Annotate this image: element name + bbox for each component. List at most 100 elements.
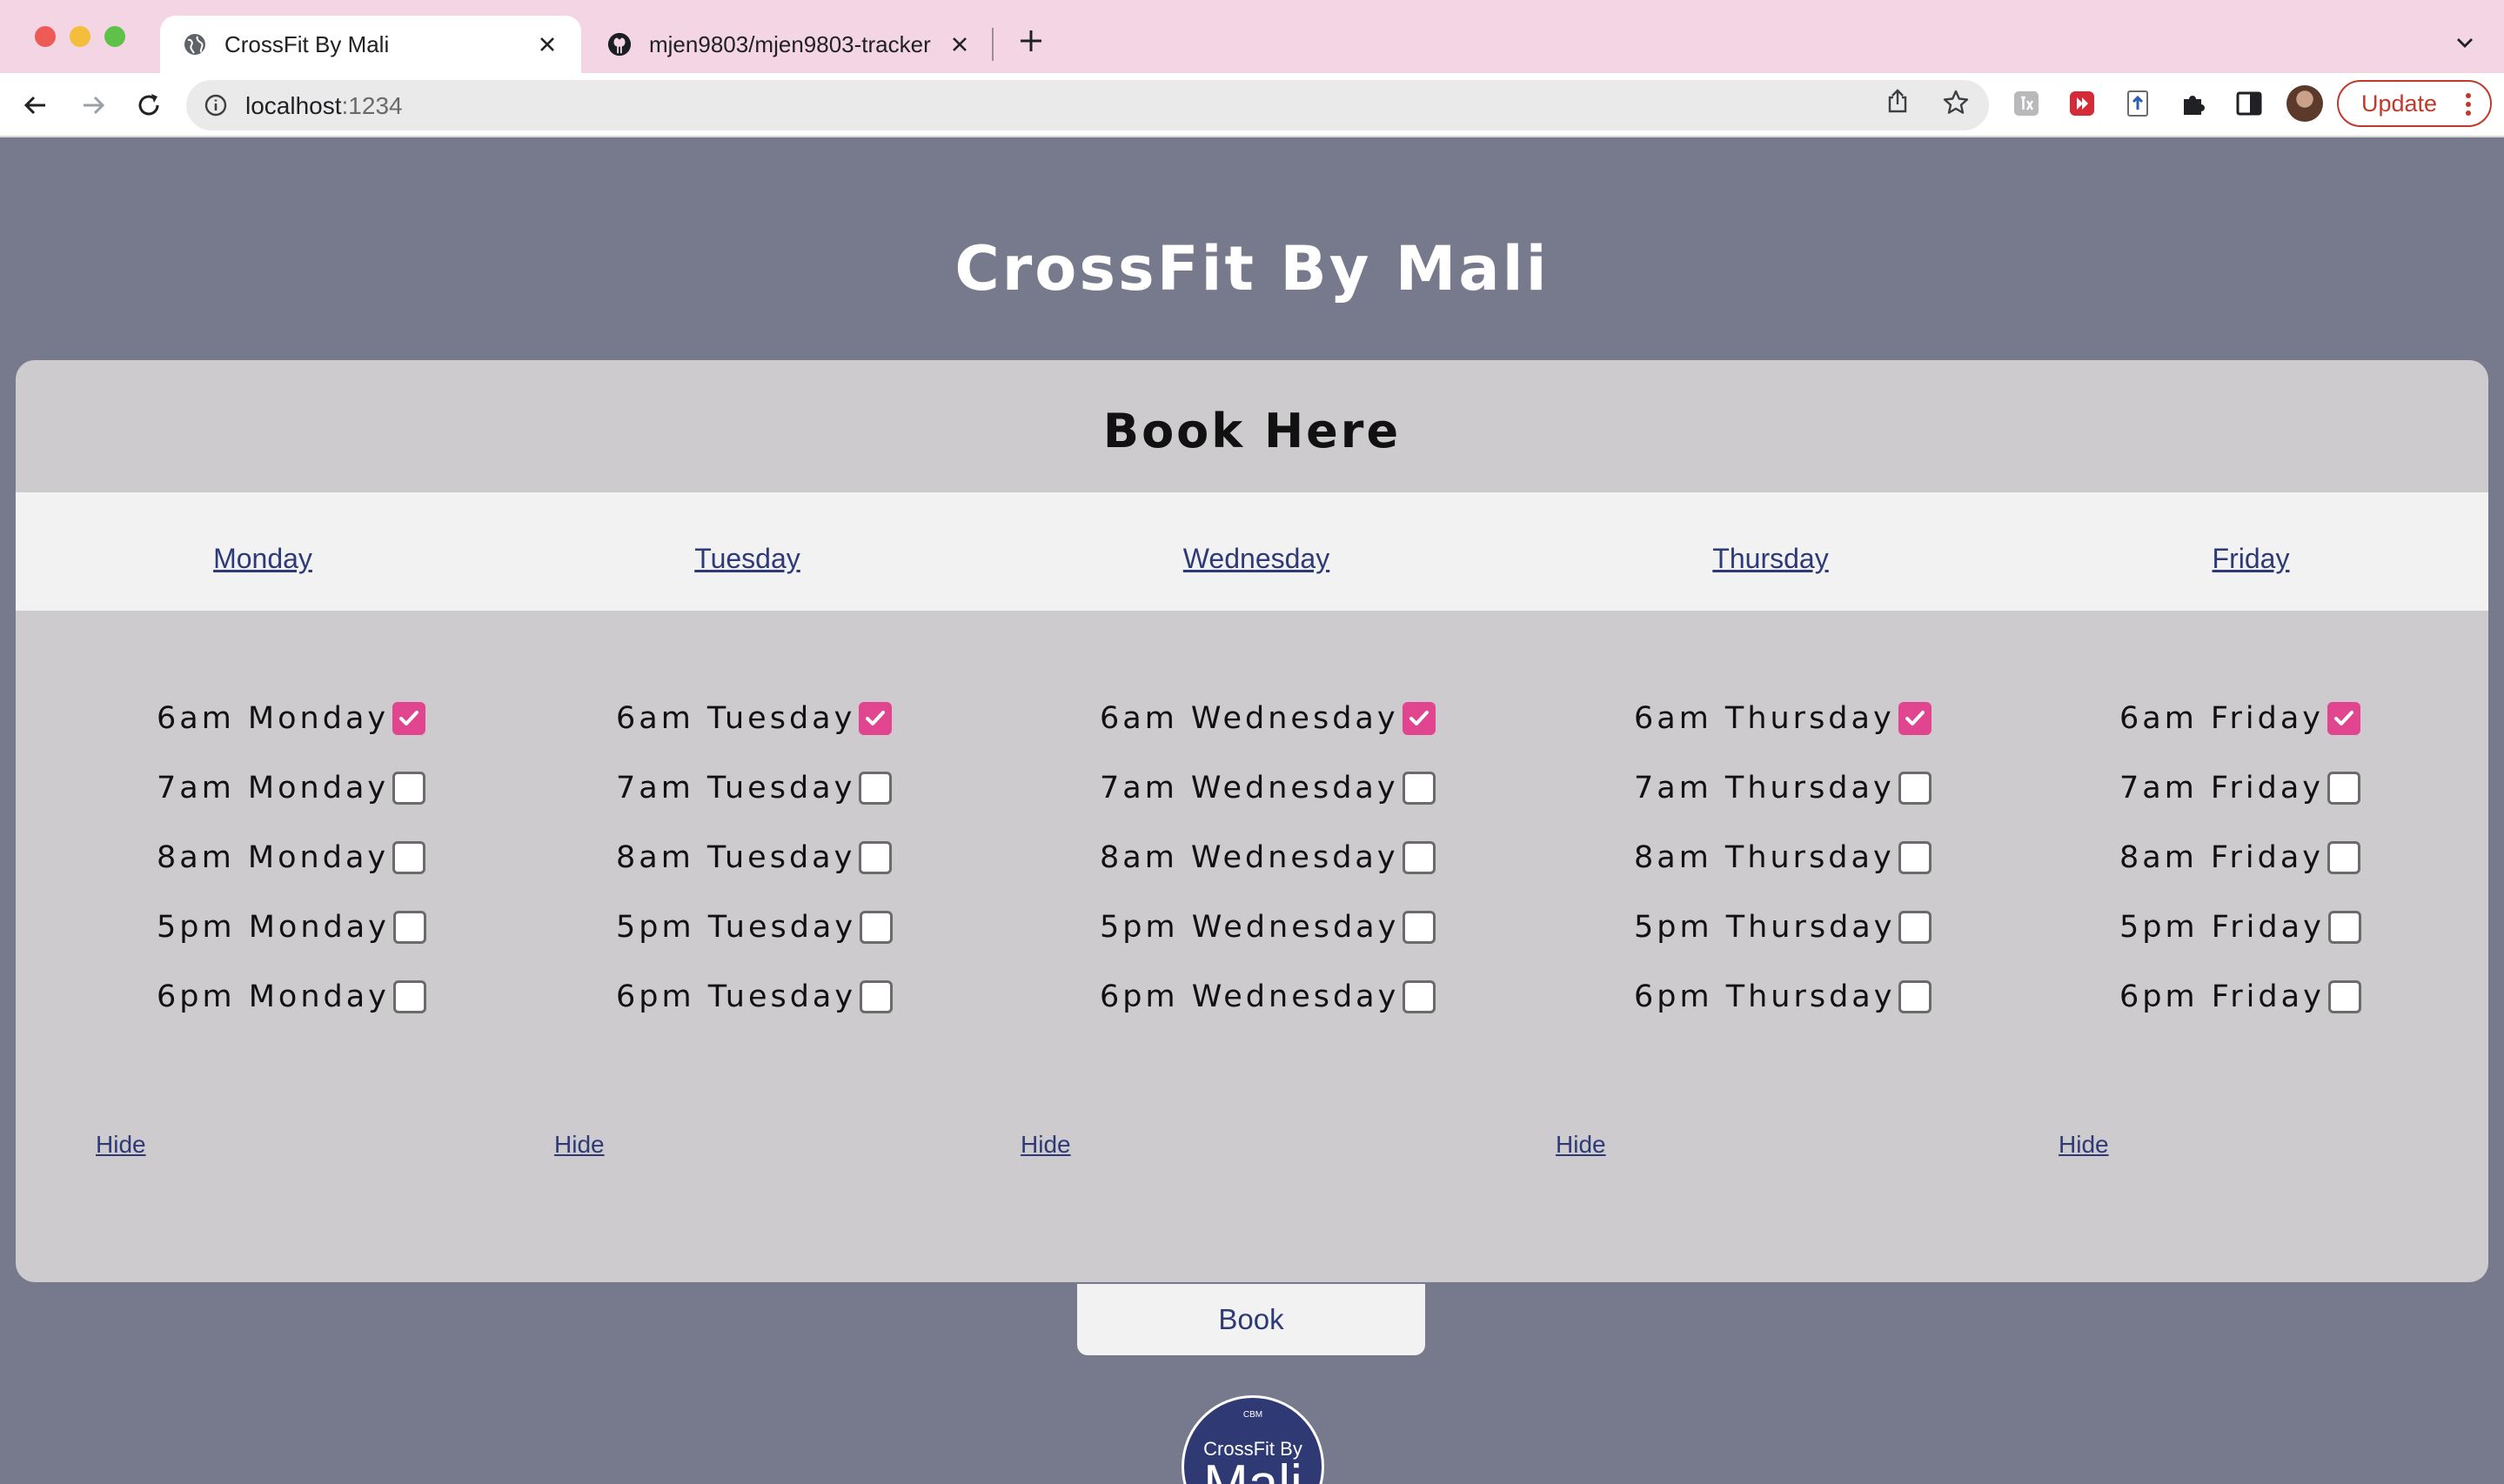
day-link-monday[interactable]: Monday <box>213 543 312 575</box>
book-label: Book <box>1218 1303 1284 1335</box>
slot-label: 5pm Friday <box>2119 910 2325 945</box>
forward-arrow-icon[interactable] <box>77 89 110 122</box>
slot-row: 7am Thursday <box>1634 771 1932 806</box>
hide-link-tuesday[interactable]: Hide <box>554 1131 605 1159</box>
day-link-friday[interactable]: Friday <box>2213 543 2290 575</box>
slot-label: 6am Monday <box>157 701 390 736</box>
slot-checkbox[interactable] <box>860 980 894 1013</box>
url-port: :1234 <box>341 92 403 119</box>
slot-checkbox[interactable] <box>392 702 426 735</box>
slot-checkbox[interactable] <box>2327 911 2361 944</box>
close-tab-icon[interactable] <box>534 31 560 57</box>
extension-red-play-icon[interactable] <box>2067 89 2097 118</box>
slot-checkbox[interactable] <box>1403 980 1436 1013</box>
day-link-wednesday[interactable]: Wednesday <box>1183 543 1329 575</box>
checkmark-icon <box>399 711 419 725</box>
hide-link-thursday[interactable]: Hide <box>1556 1131 1606 1159</box>
site-info-icon[interactable] <box>204 93 228 117</box>
tab-title: mjen9803/mjen9803-tracker <box>649 30 931 57</box>
slot-label: 7am Thursday <box>1634 771 1895 806</box>
page-title: CrossFit By Mali <box>954 233 1550 304</box>
slot-label: 6am Tuesday <box>616 701 856 736</box>
slot-row: 6am Wednesday <box>1100 701 1436 736</box>
slot-checkbox[interactable] <box>392 841 426 874</box>
extension-upload-icon[interactable] <box>2123 89 2153 118</box>
tab-strip: CrossFit By Mali mjen9803/mjen9803-track… <box>0 0 2504 73</box>
slot-label: 6pm Wednesday <box>1100 979 1400 1014</box>
slot-checkbox[interactable] <box>1403 911 1436 944</box>
slot-checkbox[interactable] <box>2327 841 2361 874</box>
slot-checkbox[interactable] <box>859 702 893 735</box>
tab-crossfit-by-mali[interactable]: CrossFit By Mali <box>160 16 581 73</box>
extension-translate-icon[interactable] <box>2012 89 2041 118</box>
slot-label: 6am Thursday <box>1634 701 1895 736</box>
tab-search-chevron-icon[interactable] <box>2452 30 2478 56</box>
url-host: localhost <box>245 92 342 119</box>
slot-label: 5pm Thursday <box>1634 910 1896 945</box>
slot-checkbox[interactable] <box>859 841 893 874</box>
slot-row: 6pm Tuesday <box>616 979 894 1014</box>
hide-link-friday[interactable]: Hide <box>2059 1131 2109 1159</box>
slot-checkbox[interactable] <box>392 980 426 1013</box>
day-link-tuesday[interactable]: Tuesday <box>694 543 800 575</box>
slot-checkbox[interactable] <box>2327 772 2361 805</box>
slot-checkbox[interactable] <box>1898 980 1932 1013</box>
slot-checkbox[interactable] <box>1898 911 1932 944</box>
crossfit-logo: CBM CrossFit By Mali <box>1182 1395 1324 1484</box>
slot-checkbox[interactable] <box>392 772 426 805</box>
slot-label: 6am Friday <box>2119 701 2325 736</box>
maximize-window-button[interactable] <box>104 26 125 47</box>
slot-checkbox[interactable] <box>1402 702 1436 735</box>
slot-label: 5pm Tuesday <box>616 910 857 945</box>
slot-row: 8am Tuesday <box>616 840 893 875</box>
minimize-window-button[interactable] <box>70 26 90 47</box>
reload-icon[interactable] <box>132 89 165 122</box>
slot-checkbox[interactable] <box>859 772 893 805</box>
bookmark-star-icon[interactable] <box>1942 89 1970 117</box>
slot-label: 6pm Tuesday <box>616 979 857 1014</box>
new-tab-plus-icon[interactable] <box>1016 26 1046 56</box>
slot-checkbox[interactable] <box>1402 772 1436 805</box>
slot-checkbox[interactable] <box>1898 841 1932 874</box>
slot-label: 8am Wednesday <box>1100 840 1399 875</box>
day-link-thursday[interactable]: Thursday <box>1712 543 1828 575</box>
slot-checkbox[interactable] <box>392 911 426 944</box>
extensions-puzzle-icon[interactable] <box>2179 89 2208 118</box>
slot-row: 6pm Wednesday <box>1100 979 1436 1014</box>
slot-checkbox[interactable] <box>2327 980 2361 1013</box>
slot-checkbox[interactable] <box>860 911 894 944</box>
slot-checkbox[interactable] <box>1898 772 1932 805</box>
slot-row: 6am Friday <box>2119 701 2361 736</box>
slot-row: 8am Wednesday <box>1100 840 1436 875</box>
slot-label: 8am Friday <box>2119 840 2325 875</box>
close-window-button[interactable] <box>35 26 56 47</box>
hide-link-wednesday[interactable]: Hide <box>1021 1131 1071 1159</box>
slot-row: 5pm Tuesday <box>616 910 894 945</box>
slot-row: 7am Wednesday <box>1100 771 1436 806</box>
slot-label: 6am Wednesday <box>1100 701 1399 736</box>
slot-checkbox[interactable] <box>1898 702 1932 735</box>
tab-separator <box>992 28 994 61</box>
address-bar[interactable]: localhost:1234 <box>186 80 1989 130</box>
slot-row: 6am Thursday <box>1634 701 1932 736</box>
day-nav: Monday Tuesday Wednesday Thursday Friday <box>16 492 2488 611</box>
slot-label: 5pm Wednesday <box>1100 910 1400 945</box>
slot-checkbox[interactable] <box>2327 702 2361 735</box>
book-button[interactable]: Book <box>1077 1284 1425 1355</box>
hide-link-monday[interactable]: Hide <box>96 1131 146 1159</box>
checkmark-icon <box>1409 711 1429 725</box>
update-button[interactable]: Update <box>2337 80 2492 127</box>
back-arrow-icon[interactable] <box>19 89 52 122</box>
slot-row: 8am Thursday <box>1634 840 1932 875</box>
slot-row: 7am Tuesday <box>616 771 893 806</box>
slot-checkbox[interactable] <box>1402 841 1436 874</box>
profile-avatar[interactable] <box>2286 85 2323 122</box>
more-vertical-icon[interactable] <box>2466 92 2471 117</box>
close-tab-icon[interactable] <box>947 31 973 57</box>
side-panel-icon[interactable] <box>2234 89 2264 118</box>
slot-label: 6pm Friday <box>2119 979 2325 1014</box>
slot-label: 8am Thursday <box>1634 840 1895 875</box>
slot-label: 7am Friday <box>2119 771 2325 806</box>
share-icon[interactable] <box>1885 87 1911 115</box>
tab-github-tracker[interactable]: mjen9803/mjen9803-tracker <box>585 16 994 73</box>
